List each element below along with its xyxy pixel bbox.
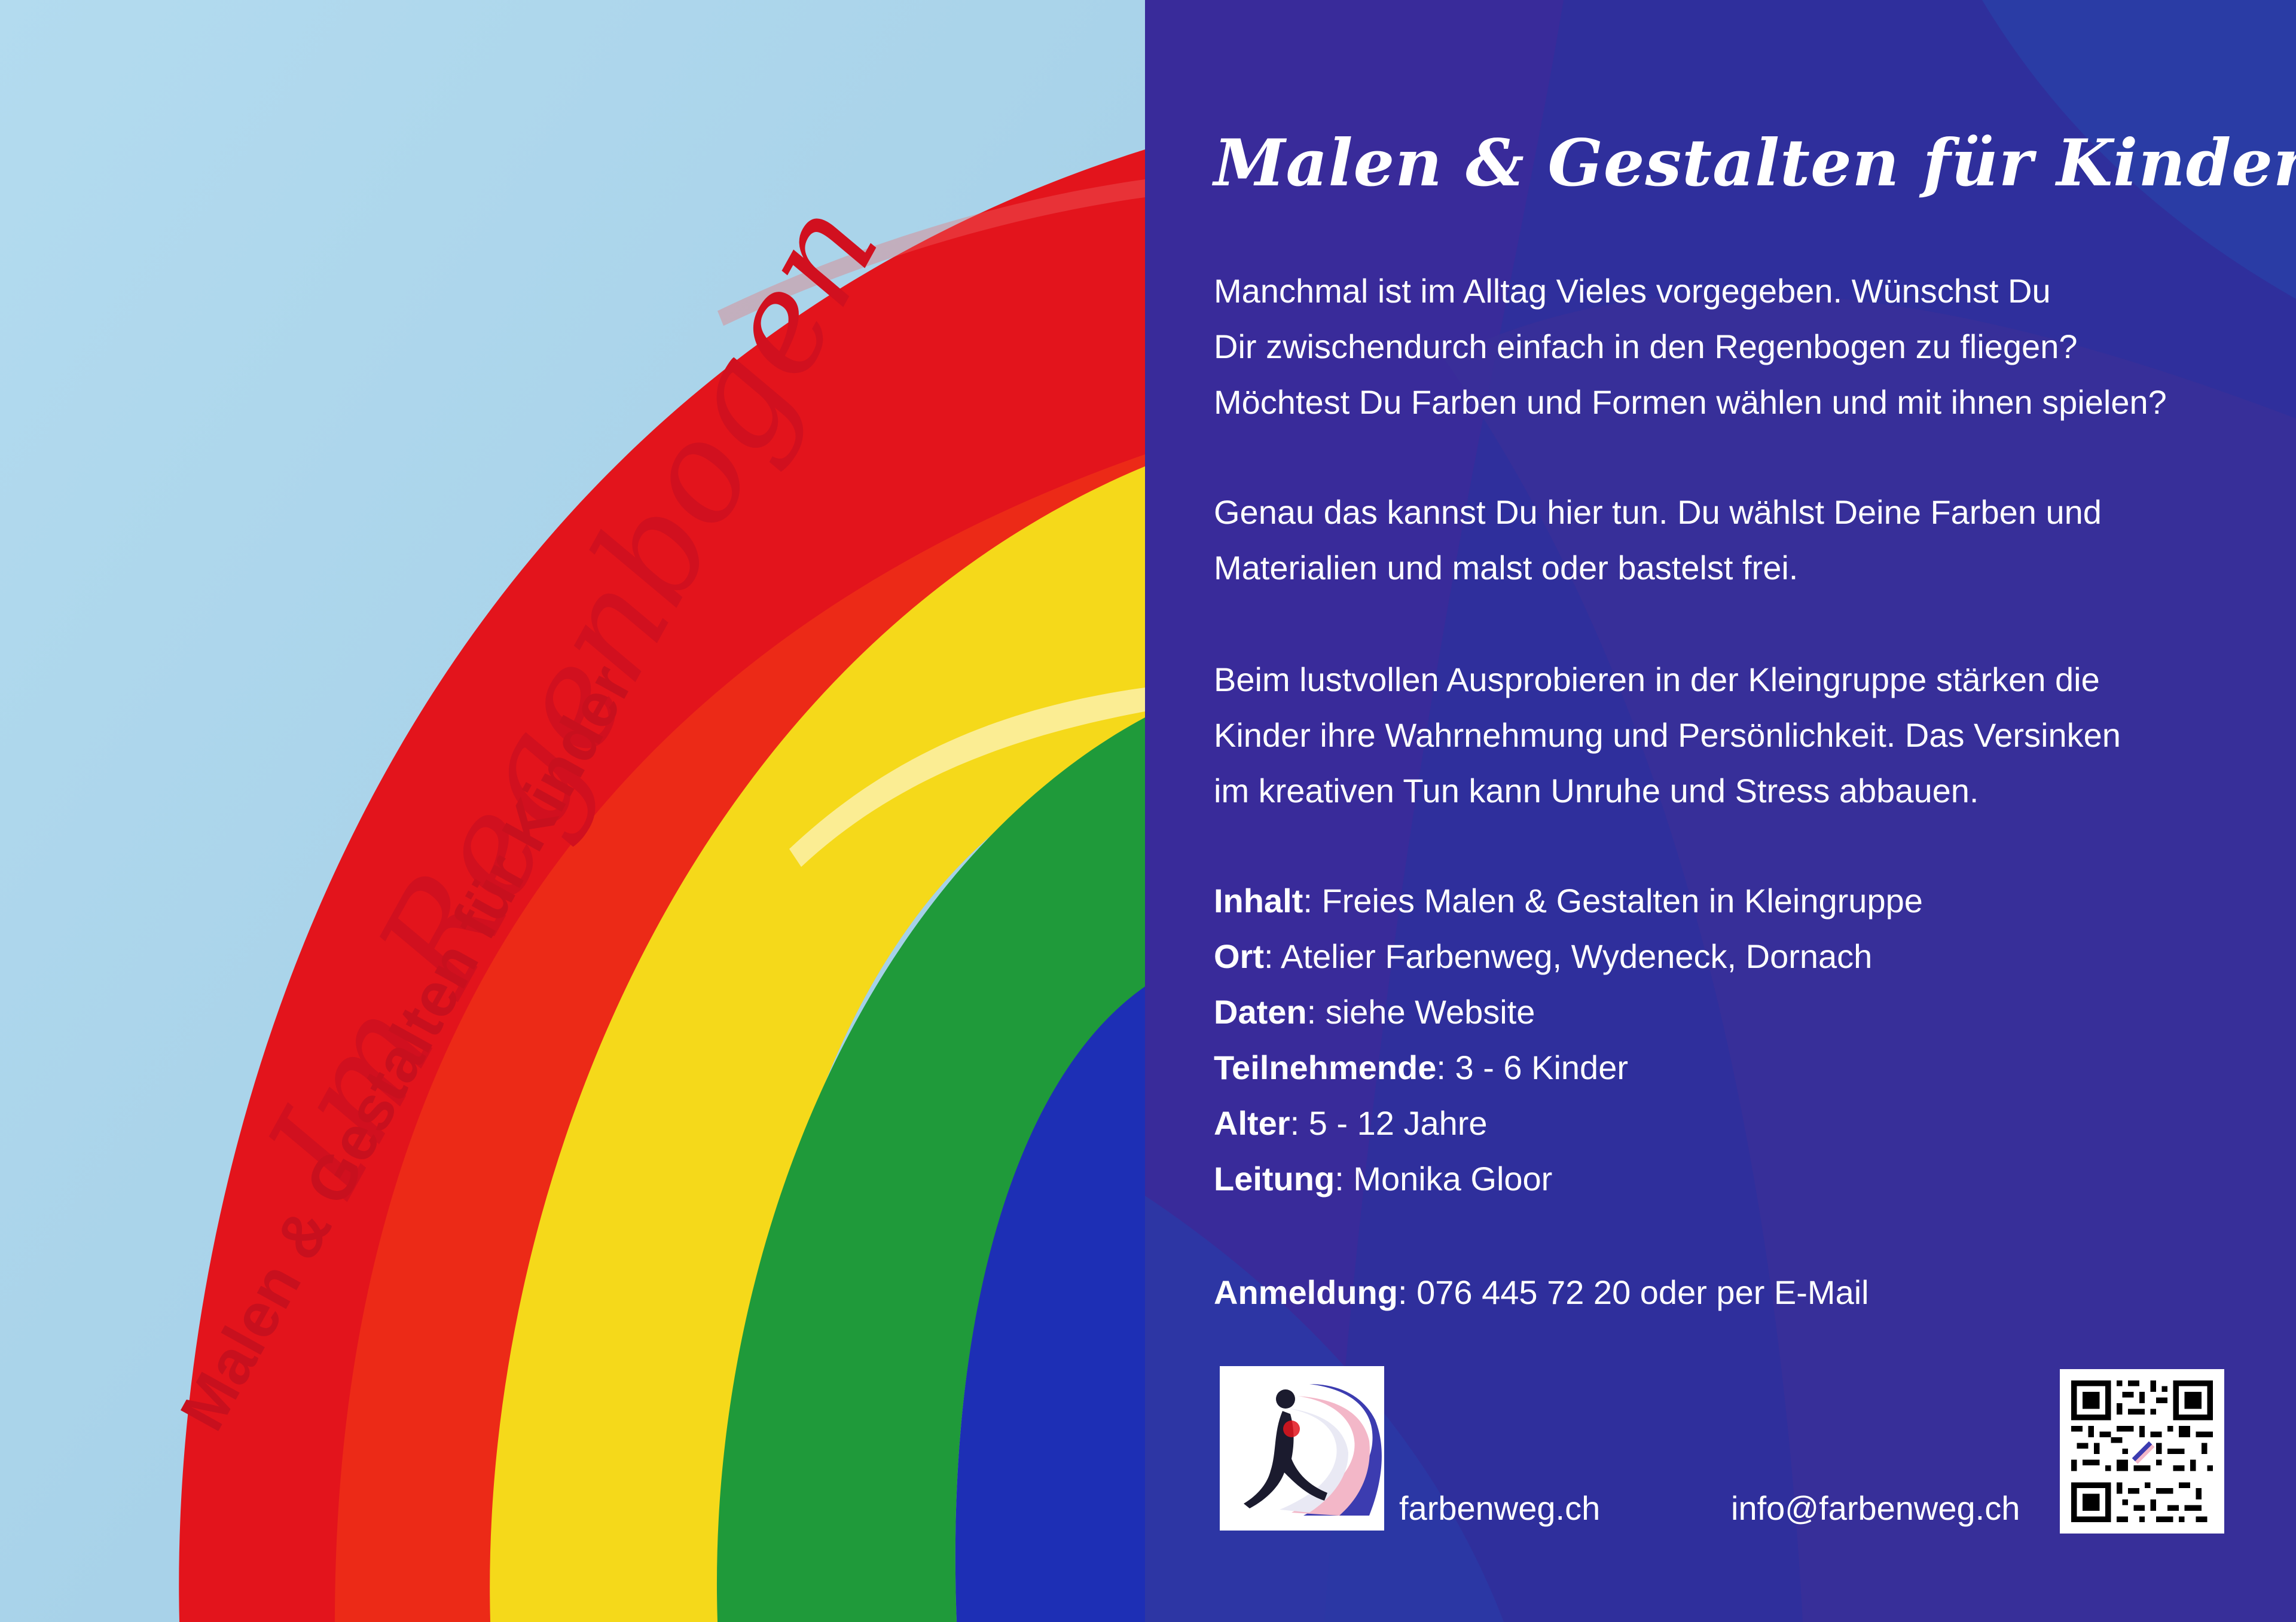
- detail-value: : Atelier Farbenweg, Wydeneck, Dornach: [1264, 937, 1873, 975]
- paragraph-line: Kinder ihre Wahrnehmung und Persönlichke…: [1214, 716, 2121, 754]
- email-link[interactable]: info@farbenweg.ch: [1731, 1489, 2020, 1528]
- detail-label: Teilnehmende: [1214, 1049, 1437, 1086]
- signup-value: : 076 445 72 20 oder per E-Mail: [1397, 1273, 1869, 1311]
- detail-row-ort: Ort: Atelier Farbenweg, Wydeneck, Dornac…: [1214, 928, 1923, 984]
- second-paragraph: Genau das kannst Du hier tun. Du wählst …: [1214, 484, 2102, 595]
- detail-value: : 3 - 6 Kinder: [1436, 1049, 1628, 1086]
- detail-label: Leitung: [1214, 1160, 1335, 1198]
- detail-label: Ort: [1214, 937, 1264, 975]
- paragraph-line: im kreativen Tun kann Unruhe und Stress …: [1214, 772, 1979, 810]
- paragraph-line: Manchmal ist im Alltag Vieles vorgegeben…: [1214, 272, 2051, 310]
- detail-label: Daten: [1214, 993, 1307, 1031]
- detail-value: : siehe Website: [1306, 993, 1535, 1031]
- running-figure-logo-icon: [1220, 1366, 1384, 1531]
- rainbow-painting: Im Regenbogen Malen & Gestalten für Kind…: [0, 0, 1145, 1622]
- detail-row-leitung: Leitung: Monika Gloor: [1214, 1151, 1923, 1206]
- detail-row-inhalt: Inhalt: Freies Malen & Gestalten in Klei…: [1214, 873, 1923, 928]
- qr-code-icon[interactable]: [2060, 1369, 2224, 1534]
- third-paragraph: Beim lustvollen Ausprobieren in der Klei…: [1214, 652, 2121, 818]
- paragraph-line: Materialien und malst oder bastelst frei…: [1214, 549, 1799, 587]
- panel-heading: Malen & Gestalten für Kinder: [1214, 126, 2296, 201]
- detail-value: : Freies Malen & Gestalten in Kleingrupp…: [1303, 882, 1923, 920]
- course-details: Inhalt: Freies Malen & Gestalten in Klei…: [1214, 873, 1923, 1206]
- detail-value: : 5 - 12 Jahre: [1290, 1104, 1488, 1142]
- detail-value: : Monika Gloor: [1335, 1160, 1553, 1198]
- paragraph-line: Möchtest Du Farben und Formen wählen und…: [1214, 383, 2167, 421]
- detail-row-daten: Daten: siehe Website: [1214, 984, 1923, 1040]
- detail-row-alter: Alter: 5 - 12 Jahre: [1214, 1095, 1923, 1151]
- paragraph-line: Dir zwischendurch einfach in den Regenbo…: [1214, 328, 2078, 365]
- detail-label: Inhalt: [1214, 882, 1303, 920]
- signup-label: Anmeldung: [1214, 1273, 1398, 1311]
- detail-label: Alter: [1214, 1104, 1290, 1142]
- website-link[interactable]: farbenweg.ch: [1399, 1489, 1600, 1528]
- intro-paragraph: Manchmal ist im Alltag Vieles vorgegeben…: [1214, 263, 2167, 430]
- paragraph-line: Genau das kannst Du hier tun. Du wählst …: [1214, 493, 2102, 531]
- paragraph-line: Beim lustvollen Ausprobieren in der Klei…: [1214, 661, 2100, 698]
- signup-line: Anmeldung: 076 445 72 20 oder per E-Mail: [1214, 1264, 1869, 1320]
- detail-row-teilnehmende: Teilnehmende: 3 - 6 Kinder: [1214, 1040, 1923, 1095]
